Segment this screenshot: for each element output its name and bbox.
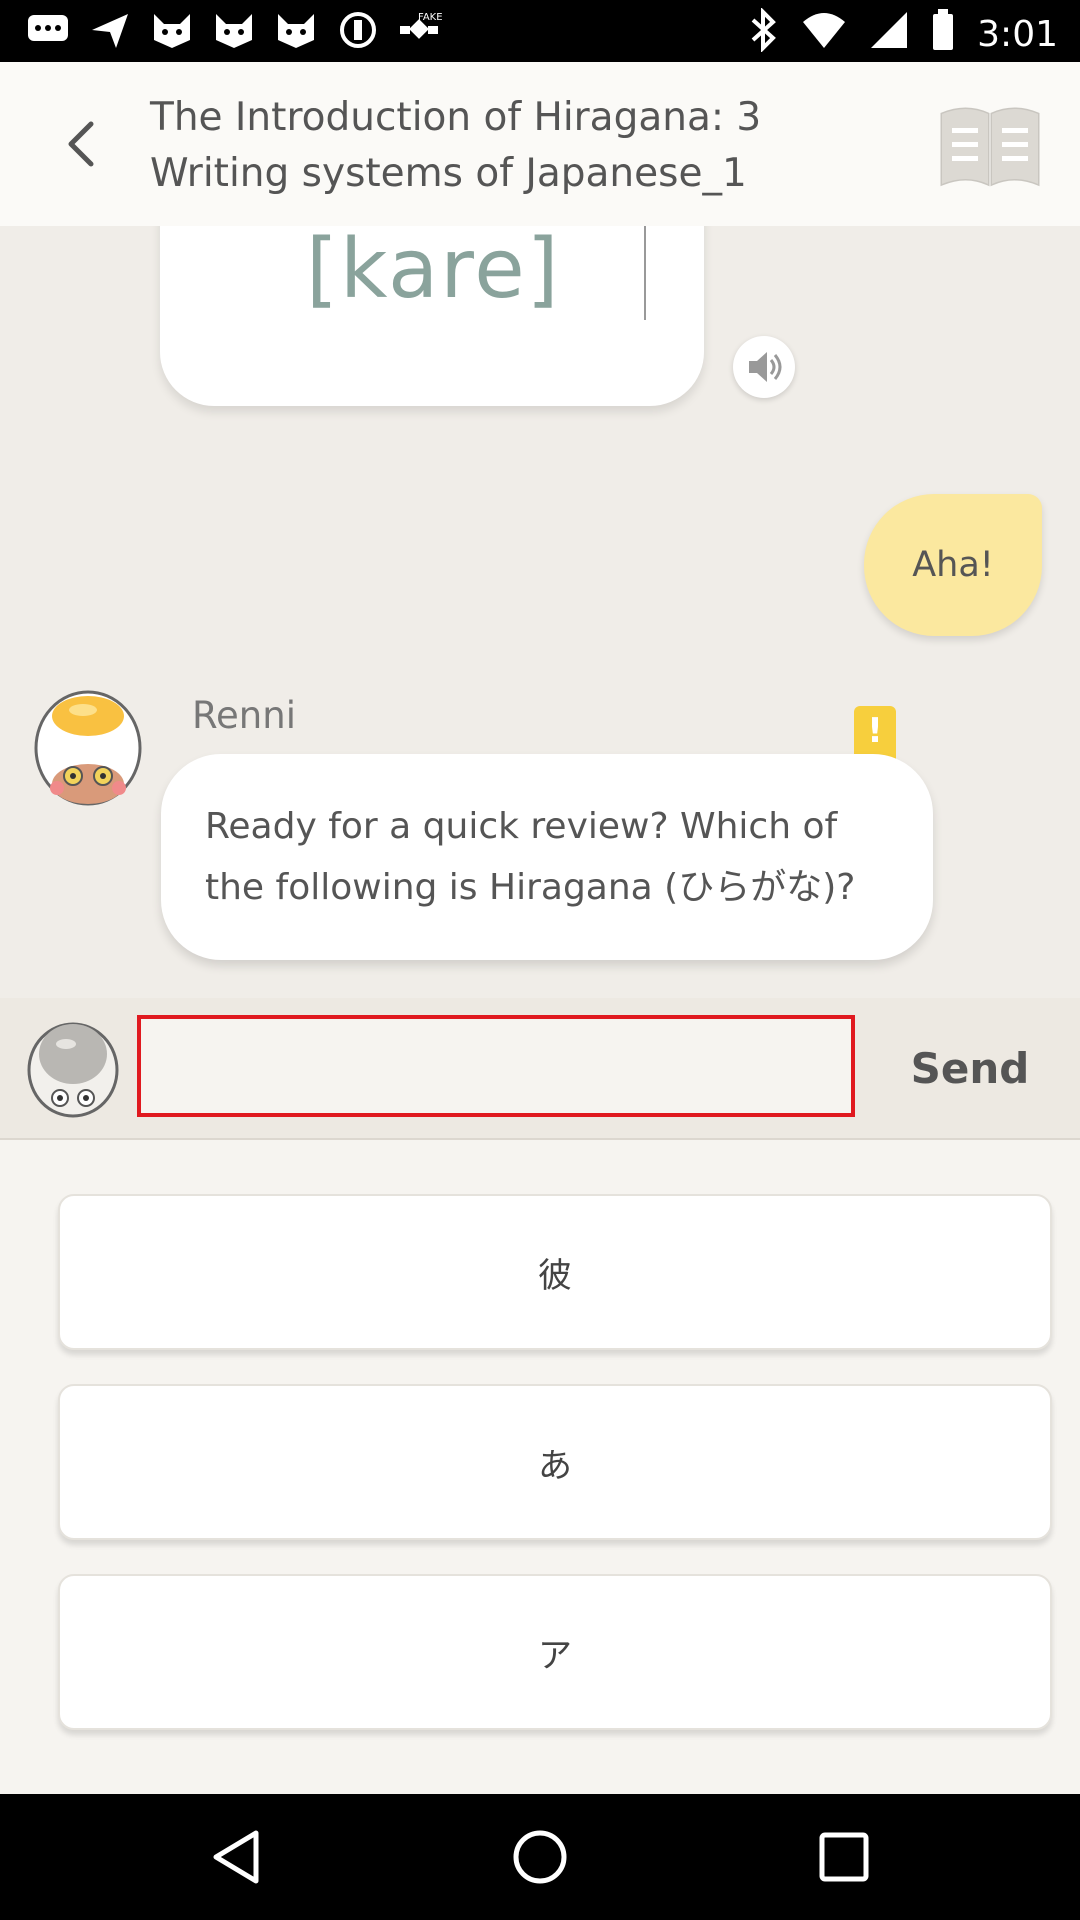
user-avatar [26,1018,120,1118]
signal-icon [869,10,909,59]
vocab-reading: [kare] [306,226,561,317]
back-button[interactable] [55,114,115,174]
user-reply-text: Aha! [912,545,994,585]
bot-name: Renni [192,694,296,737]
status-bar: FAKE 3:01 [0,0,1080,62]
avatar [33,688,143,808]
send-button[interactable]: Send [880,1038,1060,1098]
chevron-left-icon [68,121,94,167]
wifi-icon [801,10,847,59]
cat-icon [150,10,194,50]
nav-home-button[interactable] [510,1827,570,1887]
cat-icon [274,10,318,50]
book-icon [940,107,1040,187]
page-title: The Introduction of Hiragana: 3 Writing … [150,95,762,196]
user-reply-bubble: Aha! [864,494,1042,636]
option-button[interactable]: あ [58,1384,1052,1540]
status-time: 3:01 [977,14,1058,55]
square-recents-icon [819,1832,869,1882]
battery-icon [931,9,955,60]
app-header: The Introduction of Hiragana: 3 Writing … [0,62,1080,228]
chat-icon [26,10,70,50]
answer-input[interactable] [137,1015,855,1117]
option-button[interactable]: ア [58,1574,1052,1730]
renni-avatar-icon [34,690,142,806]
nav-recents-button[interactable] [814,1827,874,1887]
bot-message-bubble: Ready for a quick review? Which of the f… [161,754,933,960]
cat-icon [212,10,256,50]
system-nav-bar [0,1794,1080,1920]
play-audio-button[interactable] [733,336,795,398]
user-avatar-icon [27,1022,119,1118]
circle-home-icon [513,1830,567,1884]
chat-area[interactable]: [kare] Aha! Renni ! Ready for a quick re… [0,226,1080,998]
fake-label: FAKE [418,12,442,23]
satellite-icon: FAKE [398,10,442,50]
bluetooth-icon [749,7,779,61]
composer-bar: Send [0,998,1080,1140]
sync-icon [336,10,380,50]
navigation-icon [88,10,132,50]
lesson-book-button[interactable] [938,102,1042,188]
speaker-icon [749,352,782,382]
card-divider [644,226,646,320]
triangle-back-icon [213,1830,259,1884]
bot-message-text: Ready for a quick review? Which of the f… [205,806,856,908]
nav-back-button[interactable] [208,1827,268,1887]
answer-options: 彼 あ ア [0,1140,1080,1794]
vocab-card: [kare] [160,226,704,406]
option-button[interactable]: 彼 [58,1194,1052,1350]
